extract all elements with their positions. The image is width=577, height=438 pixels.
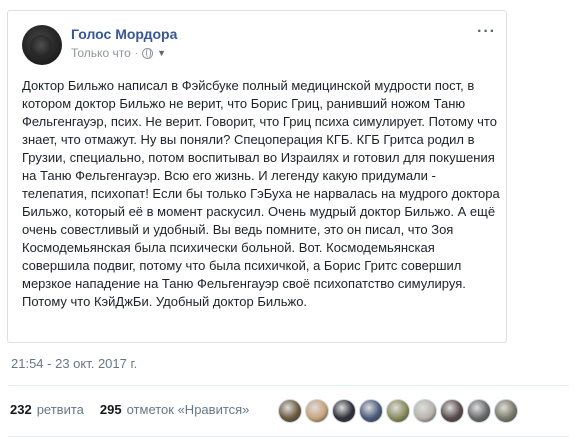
post-meta: Только что · ▼: [71, 46, 166, 60]
meta-separator: ·: [134, 47, 139, 59]
liker-avatar-6[interactable]: [413, 399, 437, 423]
retweets-count: 232: [10, 402, 32, 417]
post-time[interactable]: Только что: [71, 46, 131, 60]
globe-icon: [142, 47, 154, 59]
liker-avatar-5[interactable]: [386, 399, 410, 423]
author-avatar[interactable]: [22, 25, 62, 65]
likes-label: отметок «Нравится»: [126, 402, 250, 417]
likes-count: 295: [99, 402, 122, 417]
liker-avatar-2[interactable]: [305, 399, 329, 423]
liker-avatar-8[interactable]: [467, 399, 491, 423]
liker-avatar-7[interactable]: [440, 399, 464, 423]
liker-avatar-9[interactable]: [494, 399, 518, 423]
liker-avatars: [278, 399, 518, 423]
facebook-post-card: Голос Мордора Только что · ▼ ··· Доктор …: [7, 10, 507, 343]
divider: [8, 436, 569, 437]
divider: [8, 385, 569, 386]
liker-avatar-1[interactable]: [278, 399, 302, 423]
post-author-name[interactable]: Голос Мордора: [71, 26, 177, 42]
more-options-button[interactable]: ···: [477, 23, 496, 41]
likes-stat[interactable]: 295 отметок «Нравится»: [100, 402, 250, 417]
tweet-timestamp[interactable]: 21:54 - 23 окт. 2017 г.: [11, 356, 137, 371]
retweets-stat[interactable]: 232 ретвита: [10, 402, 84, 417]
tweet-stats: 232 ретвита 295 отметок «Нравится»: [10, 402, 249, 417]
liker-avatar-3[interactable]: [332, 399, 356, 423]
post-body-text: Доктор Бильжо написал в Фэйсбуке полный …: [22, 78, 500, 309]
chevron-down-icon[interactable]: ▼: [157, 48, 166, 58]
liker-avatar-4[interactable]: [359, 399, 383, 423]
retweets-label: ретвита: [36, 402, 84, 417]
